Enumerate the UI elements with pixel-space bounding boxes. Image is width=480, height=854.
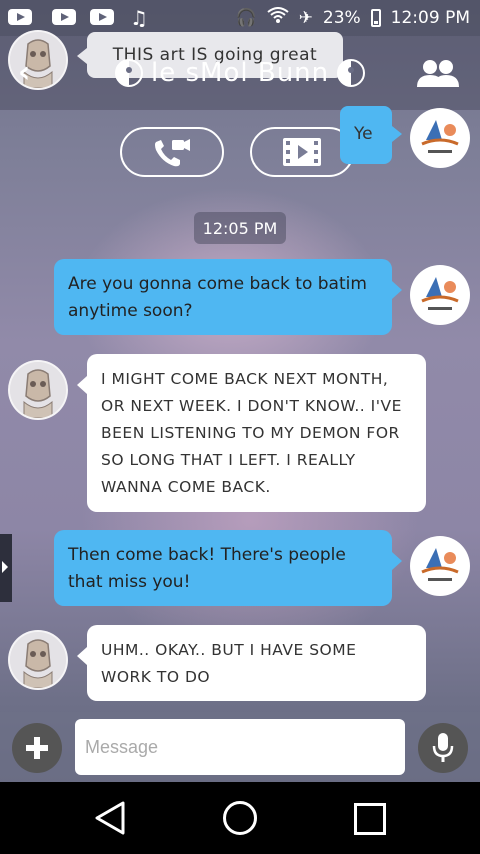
youtube-notification-icon — [8, 9, 32, 25]
status-bar: ♫ 🎧 ✈ 23% 12:09 PM — [0, 0, 480, 36]
my-avatar[interactable] — [410, 108, 470, 168]
contact-avatar[interactable] — [8, 360, 68, 420]
microphone-icon — [432, 733, 454, 762]
nav-back-icon[interactable] — [94, 801, 126, 835]
video-icon — [283, 138, 321, 166]
message-bubble-incoming[interactable]: I MIGHT COME BACK NEXT MONTH, OR NEXT WE… — [77, 354, 426, 512]
my-avatar[interactable] — [410, 536, 470, 596]
wifi-icon — [267, 7, 289, 28]
battery-icon — [370, 8, 381, 27]
nav-recents-icon[interactable] — [354, 803, 386, 835]
battery-percent: 23% — [322, 7, 361, 28]
youtube-notification-icon — [90, 9, 114, 25]
members-icon[interactable] — [416, 58, 460, 88]
message-bubble-incoming[interactable]: UHM.. OKAY.. BUT I HAVE SOME WORK TO DO — [77, 625, 426, 701]
nav-home-icon[interactable] — [223, 801, 257, 835]
youtube-notification-icon — [52, 9, 76, 25]
phone-camera-icon — [155, 139, 190, 167]
add-attachment-button[interactable] — [12, 723, 62, 773]
chat-screen: ♫ 🎧 ✈ 23% 12:09 PM ‹ THIS art IS going g… — [0, 0, 480, 854]
yin-yang-icon — [115, 59, 143, 87]
message-input[interactable] — [75, 719, 405, 775]
drawer-handle[interactable] — [0, 534, 12, 602]
message-bubble-outgoing[interactable]: Are you gonna come back to batim anytime… — [54, 259, 402, 335]
message-bubble-outgoing[interactable]: Then come back! There's people that miss… — [54, 530, 402, 606]
back-arrow-icon[interactable]: ‹ — [18, 58, 44, 88]
message-bubble-outgoing[interactable]: Ye — [340, 106, 402, 164]
airplane-icon: ✈ — [298, 7, 313, 28]
headphones-icon: 🎧 — [235, 7, 257, 28]
yin-yang-icon — [337, 59, 366, 87]
chat-title-text: le sMol Bunn — [151, 58, 330, 88]
contact-avatar[interactable] — [8, 630, 68, 690]
chat-title[interactable]: le sMol Bunn — [115, 56, 366, 90]
message-timestamp: 12:05 PM — [194, 212, 286, 244]
video-call-button[interactable] — [250, 127, 354, 177]
my-avatar[interactable] — [410, 265, 470, 325]
voice-message-button[interactable] — [418, 723, 468, 773]
music-note-icon: ♫ — [130, 6, 148, 30]
plus-icon — [26, 737, 48, 759]
clock: 12:09 PM — [390, 7, 470, 28]
voice-call-button[interactable] — [120, 127, 224, 177]
